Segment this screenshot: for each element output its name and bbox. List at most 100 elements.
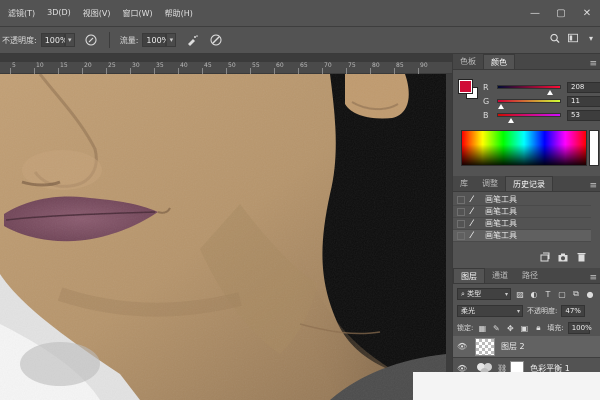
filter-toggle-icon[interactable]: ● — [585, 289, 595, 299]
search-icon[interactable] — [550, 33, 560, 43]
history-item-label: 画笔工具 — [485, 195, 517, 204]
channel-value[interactable]: 208 — [567, 81, 600, 93]
flow-label: 流量: — [119, 35, 139, 45]
history-checkbox[interactable] — [457, 207, 465, 216]
lock-pixels-icon[interactable]: ✎ — [491, 323, 501, 333]
close-button[interactable]: ✕ — [574, 0, 600, 26]
panel-menu-icon[interactable]: ≡ — [589, 181, 600, 191]
layer-row-selected[interactable]: 👁︎ 图层 2 — [453, 336, 600, 358]
color-panel-tabs: 色板 颜色 ≡ — [453, 54, 600, 70]
panel-menu-icon[interactable]: ≡ — [589, 273, 600, 283]
blue-slider[interactable]: B 53 — [483, 109, 600, 123]
chevron-down-icon: ▾ — [516, 307, 520, 315]
tab-paths[interactable]: 路径 — [515, 268, 545, 283]
history-panel-tabs: 库 调整 历史记录 ≡ — [453, 176, 600, 192]
snapshot-icon[interactable] — [540, 252, 550, 262]
layers-panel-tabs: 图层 通道 路径 ≡ — [453, 268, 600, 284]
flow-field[interactable]: 100% — [142, 33, 169, 47]
brush-icon: ⁄ — [471, 218, 473, 229]
ruler-tick-label: 40 — [180, 62, 188, 69]
tab-history[interactable]: 历史记录 — [505, 176, 553, 191]
filter-pixel-icon[interactable]: ▨ — [515, 289, 525, 299]
pressure-size-icon[interactable] — [208, 32, 224, 48]
history-item-selected[interactable]: ⁄ 画笔工具 — [453, 230, 591, 242]
ruler-tick-label: 55 — [252, 62, 260, 69]
history-item[interactable]: ⁄ 画笔工具 — [453, 218, 591, 230]
filter-adjustment-icon[interactable]: ◐ — [529, 289, 539, 299]
white-spectrum-swatch[interactable] — [589, 130, 599, 166]
ruler-tick-label: 30 — [132, 62, 140, 69]
history-item[interactable]: ⁄ 画笔工具 — [453, 206, 591, 218]
trash-icon[interactable] — [576, 252, 586, 262]
lock-artboard-icon[interactable]: ▣ — [519, 323, 529, 333]
menu-help[interactable]: 帮助(H) — [159, 8, 199, 19]
menu-filter[interactable]: 滤镜(T) — [2, 8, 41, 19]
filter-type-icon[interactable]: T — [543, 289, 553, 299]
foreground-color-swatch[interactable] — [458, 79, 473, 94]
menu-view[interactable]: 视图(V) — [77, 8, 117, 19]
slider-track[interactable] — [497, 113, 561, 123]
ruler-tick-label: 70 — [324, 62, 332, 69]
slider-thumb[interactable] — [508, 118, 515, 123]
red-slider[interactable]: R 208 — [483, 81, 600, 95]
opacity-field[interactable]: 100% — [40, 33, 68, 47]
workspace-icon[interactable] — [568, 33, 578, 43]
ruler-tick-label: 50 — [228, 62, 236, 69]
eye-icon[interactable]: 👁︎ — [457, 342, 471, 351]
lock-transparent-icon[interactable]: ▦ — [477, 323, 487, 333]
opacity-dropdown[interactable]: ▾ — [64, 33, 75, 47]
slider-track[interactable] — [497, 85, 561, 95]
history-checkbox[interactable] — [457, 231, 465, 240]
layer-opacity-field[interactable]: 47% — [561, 305, 586, 317]
tab-channels[interactable]: 通道 — [485, 268, 515, 283]
menu-3d[interactable]: 3D(D) — [41, 8, 77, 19]
fill-field[interactable]: 100% — [567, 322, 592, 334]
flow-dropdown[interactable]: ▾ — [166, 33, 177, 47]
channel-label: B — [483, 110, 489, 120]
tab-libraries[interactable]: 库 — [453, 176, 475, 191]
pressure-opacity-icon[interactable] — [83, 32, 99, 48]
channel-value[interactable]: 11 — [567, 95, 600, 107]
ruler-tick-label: 10 — [36, 62, 44, 69]
color-spectrum[interactable] — [461, 130, 587, 166]
history-item[interactable]: ⁄ 画笔工具 — [453, 194, 591, 206]
document-canvas[interactable] — [0, 74, 446, 400]
document-tab-area — [0, 54, 452, 62]
ruler-tick-label: 25 — [108, 62, 116, 69]
tab-adjustments[interactable]: 调整 — [475, 176, 505, 191]
ruler-tick-label: 20 — [84, 62, 92, 69]
fg-bg-swatches[interactable] — [458, 79, 479, 100]
ruler-tick-label: 35 — [156, 62, 164, 69]
layer-filter-row: ⌕ 类型 ▾ ▨ ◐ T ▢ ⧉ ● — [457, 287, 595, 301]
tab-color[interactable]: 颜色 — [483, 54, 515, 69]
filter-smart-object-icon[interactable]: ⧉ — [571, 289, 581, 299]
layer-name[interactable]: 图层 2 — [501, 341, 525, 352]
tab-swatches[interactable]: 色板 — [453, 54, 483, 69]
filter-shape-icon[interactable]: ▢ — [557, 289, 567, 299]
options-bar: 不透明度: 100% ▾ 流量: 100% ▾ ▾ — [0, 26, 600, 54]
history-item-label: 画笔工具 — [485, 219, 517, 228]
layer-filter-dropdown[interactable]: ⌕ 类型 ▾ — [457, 288, 511, 300]
channel-value[interactable]: 53 — [567, 109, 600, 121]
tab-layers[interactable]: 图层 — [453, 268, 485, 283]
panel-menu-icon[interactable]: ≡ — [589, 59, 600, 69]
slider-track[interactable] — [497, 99, 561, 109]
maximize-button[interactable]: ▢ — [548, 0, 574, 26]
history-checkbox[interactable] — [457, 219, 465, 228]
bright-area — [413, 372, 600, 400]
ruler-tick-label: 85 — [396, 62, 404, 69]
horizontal-ruler[interactable]: 5 10 15 20 25 30 35 40 45 50 55 60 65 70 75 80 85 90 — [0, 62, 452, 74]
minimize-button[interactable]: — — [522, 0, 548, 26]
camera-icon[interactable] — [558, 252, 568, 262]
chevron-down-icon[interactable]: ▾ — [586, 33, 596, 43]
lock-all-icon[interactable]: 🔒︎ — [533, 323, 543, 333]
lock-position-icon[interactable]: ✥ — [505, 323, 515, 333]
blend-row: 柔光 ▾ 不透明度: 47% — [457, 304, 595, 318]
history-list: ⁄ 画笔工具 ⁄ 画笔工具 ⁄ 画笔工具 ⁄ 画笔工具 — [453, 194, 600, 244]
ruler-tick-label: 75 — [348, 62, 356, 69]
menu-window[interactable]: 窗口(W) — [117, 8, 159, 19]
airbrush-icon[interactable] — [184, 32, 200, 48]
blend-mode-dropdown[interactable]: 柔光 ▾ — [457, 305, 523, 317]
green-slider[interactable]: G 11 — [483, 95, 600, 109]
history-checkbox[interactable] — [457, 195, 465, 204]
